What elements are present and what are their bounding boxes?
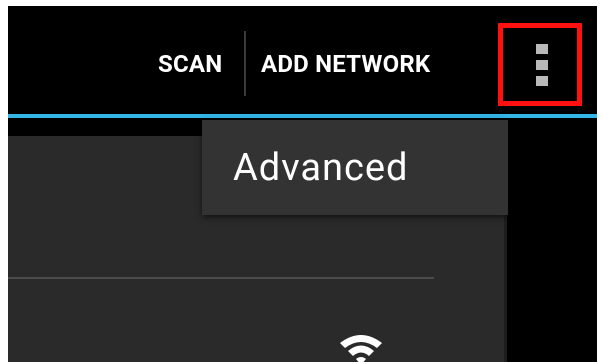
actionbar-accent-line <box>8 114 597 118</box>
device-screen: SCAN ADD NETWORK Advanced <box>8 6 597 362</box>
add-network-button[interactable]: ADD NETWORK <box>261 49 430 79</box>
action-divider <box>244 31 246 96</box>
action-bar: SCAN ADD NETWORK <box>8 6 597 114</box>
screenshot-frame: SCAN ADD NETWORK Advanced <box>0 0 605 362</box>
menu-item-advanced[interactable]: Advanced <box>233 145 408 191</box>
scan-button[interactable]: SCAN <box>158 49 222 79</box>
wifi-signal-icon <box>340 335 382 362</box>
overflow-menu-popup: Advanced <box>202 120 508 215</box>
overflow-menu-button[interactable] <box>498 23 582 106</box>
overflow-menu-icon <box>536 44 548 86</box>
list-divider <box>8 277 434 279</box>
